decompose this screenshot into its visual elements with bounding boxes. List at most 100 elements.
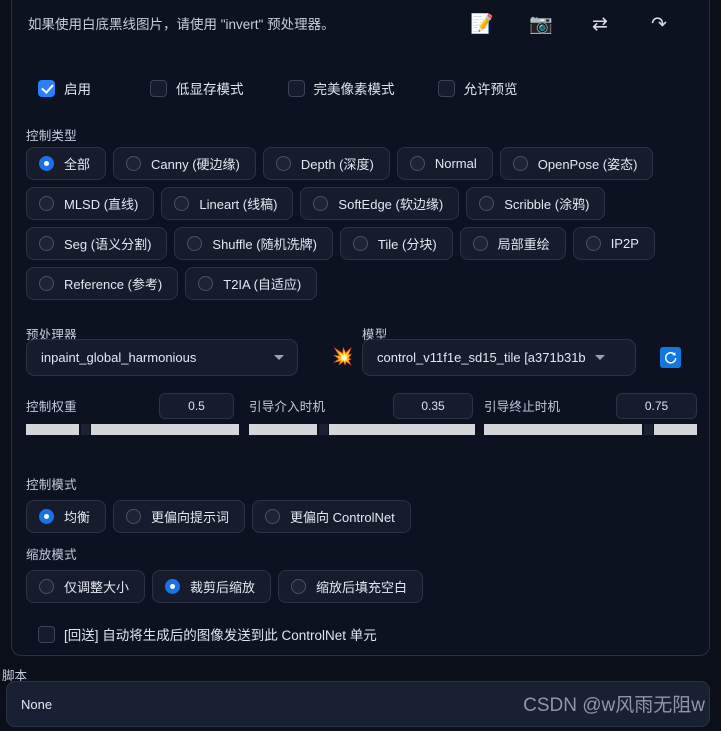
guidance-end-slider[interactable] bbox=[484, 424, 697, 435]
checkbox-allow-preview-box[interactable] bbox=[437, 79, 455, 97]
guidance-start-label: 引导介入时机 bbox=[249, 400, 326, 414]
control-type-t2ia[interactable]: T2IA (自适应) bbox=[185, 267, 318, 300]
radio-indicator[interactable] bbox=[472, 236, 488, 251]
chevron-down-icon bbox=[274, 355, 284, 360]
resize-mode-label: 缩放模式 bbox=[26, 548, 77, 562]
control-type-seg[interactable]: Seg (语义分割) bbox=[26, 227, 168, 260]
radio-indicator[interactable] bbox=[174, 196, 190, 211]
image-action-icons: 📝 📷 ⇄ ↷ bbox=[470, 12, 671, 38]
guidance-end-value-box[interactable]: 0.75 bbox=[616, 393, 697, 419]
radio-indicator[interactable] bbox=[265, 509, 281, 524]
pill-label: OpenPose (姿态) bbox=[537, 157, 638, 172]
control-type-tile[interactable]: Tile (分块) bbox=[339, 227, 453, 260]
checkbox-pixel-perfect[interactable]: 完美像素模式 bbox=[287, 78, 395, 98]
control-type-ip2p[interactable]: IP2P bbox=[572, 227, 655, 260]
control-type-inpaint[interactable]: 局部重绘 bbox=[459, 227, 566, 260]
pill-label: MLSD (直线) bbox=[64, 197, 139, 212]
radio-indicator[interactable] bbox=[39, 156, 54, 171]
pill-label: 局部重绘 bbox=[497, 237, 550, 252]
slider-thumb[interactable] bbox=[644, 424, 653, 435]
control-type-scribble[interactable]: Scribble (涂鸦) bbox=[466, 187, 606, 220]
control-weight-slider[interactable] bbox=[26, 424, 239, 435]
pill-label: Tile (分块) bbox=[377, 237, 437, 252]
resize-mode-resize-and-fill[interactable]: 缩放后填充空白 bbox=[278, 570, 424, 603]
control-type-mlsd[interactable]: MLSD (直线) bbox=[26, 187, 155, 220]
radio-indicator[interactable] bbox=[39, 579, 54, 594]
pill-label: SoftEdge (软边缘) bbox=[338, 197, 444, 212]
radio-indicator[interactable] bbox=[126, 156, 142, 171]
checkbox-lowvram[interactable]: 低显存模式 bbox=[150, 78, 244, 98]
slider-thumb[interactable] bbox=[319, 424, 328, 435]
radio-indicator[interactable] bbox=[275, 156, 291, 171]
slider-track-rest bbox=[329, 424, 475, 435]
send-icon[interactable]: ↷ bbox=[647, 12, 671, 38]
pill-label: 裁剪后缩放 bbox=[190, 580, 256, 595]
checkbox-enable-label: 启用 bbox=[64, 82, 91, 97]
control-type-normal[interactable]: Normal bbox=[396, 147, 493, 180]
radio-indicator[interactable] bbox=[585, 236, 601, 251]
radio-indicator[interactable] bbox=[313, 196, 329, 211]
radio-indicator[interactable] bbox=[291, 579, 307, 594]
script-value: None bbox=[21, 696, 53, 712]
controlnet-panel: 如果使用白底黑线图片，请使用 "invert" 预处理器。 📝 📷 ⇄ ↷ 启用… bbox=[11, 0, 710, 656]
guidance-start-slider[interactable] bbox=[249, 424, 475, 435]
pill-label: 缩放后填充空白 bbox=[316, 580, 408, 595]
preprocessor-value: inpaint_global_harmonious bbox=[41, 350, 197, 365]
guidance-start-value-box[interactable]: 0.35 bbox=[393, 393, 473, 419]
refresh-models-button[interactable] bbox=[660, 347, 681, 368]
pill-label: IP2P bbox=[610, 236, 639, 251]
control-type-group: 全部 Canny (硬边缘) Depth (深度) Normal OpenPos… bbox=[26, 147, 698, 300]
checkbox-loopback-box[interactable] bbox=[38, 625, 55, 643]
run-preprocessor-button[interactable]: 💥 bbox=[332, 347, 353, 367]
memo-icon[interactable]: 📝 bbox=[470, 12, 494, 38]
guidance-start-value: 0.35 bbox=[421, 399, 445, 413]
radio-indicator[interactable] bbox=[126, 509, 142, 524]
swap-icon[interactable]: ⇄ bbox=[588, 12, 612, 38]
radio-indicator[interactable] bbox=[39, 236, 54, 251]
checkbox-pixel-perfect-box[interactable] bbox=[287, 79, 305, 97]
control-type-shuffle[interactable]: Shuffle (随机洗牌) bbox=[174, 227, 333, 260]
checkbox-enable[interactable]: 启用 bbox=[38, 78, 91, 98]
control-type-lineart[interactable]: Lineart (线稿) bbox=[161, 187, 294, 220]
radio-indicator[interactable] bbox=[352, 236, 368, 251]
checkbox-lowvram-box[interactable] bbox=[150, 79, 167, 97]
camera-icon[interactable]: 📷 bbox=[529, 12, 553, 38]
pill-label: Normal bbox=[434, 156, 477, 171]
checkbox-loopback[interactable]: [回送] 自动将生成后的图像发送到此 ControlNet 单元 bbox=[38, 624, 377, 644]
radio-indicator[interactable] bbox=[479, 196, 495, 211]
control-type-openpose[interactable]: OpenPose (姿态) bbox=[499, 147, 654, 180]
radio-indicator[interactable] bbox=[512, 156, 528, 171]
checkbox-allow-preview[interactable]: 允许预览 bbox=[437, 78, 518, 98]
slider-track-rest bbox=[91, 424, 239, 435]
radio-indicator[interactable] bbox=[187, 236, 203, 251]
pill-label: Scribble (涂鸦) bbox=[504, 197, 590, 212]
control-mode-controlnet[interactable]: 更偏向 ControlNet bbox=[252, 500, 411, 533]
pill-label: Depth (深度) bbox=[300, 157, 374, 172]
control-type-depth[interactable]: Depth (深度) bbox=[262, 147, 390, 180]
pill-label: Shuffle (随机洗牌) bbox=[212, 237, 317, 252]
radio-indicator[interactable] bbox=[39, 276, 54, 291]
checkbox-enable-box[interactable] bbox=[38, 79, 55, 97]
slider-thumb[interactable] bbox=[81, 424, 90, 435]
control-mode-prompt[interactable]: 更偏向提示词 bbox=[113, 500, 246, 533]
preprocessor-dropdown[interactable]: inpaint_global_harmonious bbox=[26, 339, 298, 376]
control-mode-group: 均衡 更偏向提示词 更偏向 ControlNet bbox=[26, 500, 698, 533]
control-weight-value: 0.5 bbox=[188, 399, 205, 413]
pill-label: Seg (语义分割) bbox=[64, 237, 152, 252]
control-type-softedge[interactable]: SoftEdge (软边缘) bbox=[300, 187, 460, 220]
control-weight-value-box[interactable]: 0.5 bbox=[159, 393, 234, 419]
resize-mode-crop-and-resize[interactable]: 裁剪后缩放 bbox=[152, 570, 272, 603]
script-dropdown[interactable]: None bbox=[6, 681, 710, 727]
control-type-all[interactable]: 全部 bbox=[26, 147, 107, 180]
radio-indicator[interactable] bbox=[409, 156, 425, 171]
control-mode-balanced[interactable]: 均衡 bbox=[26, 500, 107, 533]
model-dropdown[interactable]: control_v11f1e_sd15_tile [a371b31b bbox=[362, 339, 636, 376]
resize-mode-just-resize[interactable]: 仅调整大小 bbox=[26, 570, 146, 603]
radio-indicator[interactable] bbox=[198, 276, 214, 291]
radio-indicator[interactable] bbox=[39, 196, 54, 211]
control-type-canny[interactable]: Canny (硬边缘) bbox=[113, 147, 256, 180]
hint-row: 如果使用白底黑线图片，请使用 "invert" 预处理器。 📝 📷 ⇄ ↷ bbox=[28, 14, 693, 50]
radio-indicator[interactable] bbox=[165, 579, 181, 594]
control-type-reference[interactable]: Reference (参考) bbox=[26, 267, 179, 300]
radio-indicator[interactable] bbox=[39, 509, 54, 524]
